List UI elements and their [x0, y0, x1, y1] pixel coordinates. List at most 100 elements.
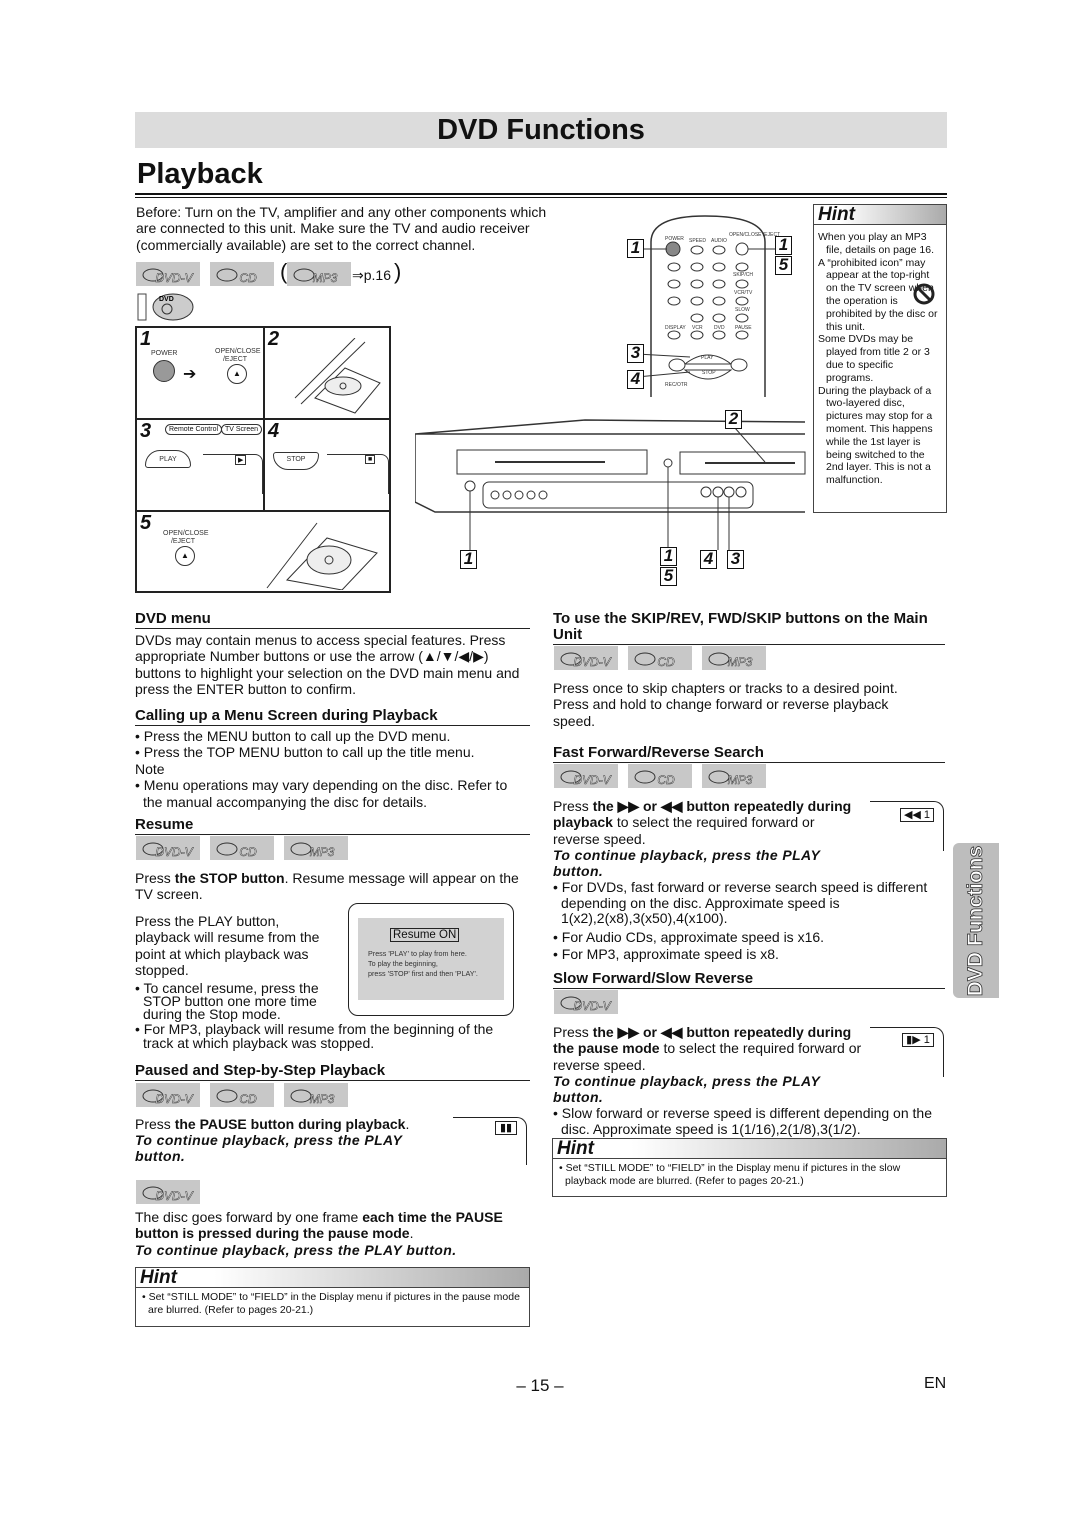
remote-and-unit-diagram: POWER SPEED AUDIOOPEN/CLOSE /EJECT DISPLAY… — [415, 215, 806, 550]
svg-text:SPEED: SPEED — [689, 238, 706, 244]
hint-box-right: Hint • Set “STILL MODE” to “FIELD” in th… — [552, 1138, 947, 1197]
ff-instruction: Press the ▶▶ or ◀◀ button repeatedly dur… — [553, 798, 852, 847]
power-button-illustration — [153, 360, 175, 382]
dvd-v-icon: DVD-V — [554, 990, 618, 1014]
resume-mp3-note: • For MP3, playback will resume from the… — [135, 1021, 494, 1051]
step-1-panel: 1 POWER ➔ OPEN/CLOSE /EJECT ▲ — [135, 326, 265, 420]
svg-text:PLAY: PLAY — [701, 355, 714, 361]
skip-heading: To use the SKIP/REV, FWD/SKIP buttons on… — [553, 611, 945, 645]
hint-item: During the playback of a two-layered dis… — [818, 384, 933, 487]
dvd-v-icon: DVD-V — [554, 646, 618, 670]
resume-cancel-note: • To cancel resume, press the STOP butto… — [135, 980, 319, 1022]
note-text: • Menu operations may vary depending on … — [135, 777, 508, 810]
hint-title: Hint — [814, 205, 946, 225]
side-tab: DVD Functions — [953, 843, 999, 998]
resume-on-label: Resume ON — [390, 928, 460, 942]
svg-text:PAUSE: PAUSE — [735, 325, 752, 331]
pause-osd-icon: ▮▮ — [495, 1121, 517, 1135]
note-label: Note — [135, 760, 165, 777]
callout-unit-stop: 4 — [700, 550, 717, 569]
side-tab-label: DVD Functions — [964, 845, 988, 996]
hint-title: Hint — [553, 1139, 946, 1159]
slow-note: • Slow forward or reverse speed is diffe… — [553, 1105, 932, 1137]
step-4-panel: 4 STOP ■ — [263, 418, 391, 512]
callout-remote-stop: 4 — [627, 370, 644, 389]
slow-osd-indicator: ▮▶ 1 — [902, 1033, 934, 1047]
callout-unit-power: 1 — [460, 550, 477, 569]
dvd-menu-text: DVDs may contain menus to access special… — [135, 632, 520, 698]
svg-text:POWER: POWER — [665, 236, 684, 242]
list-item: • Press the MENU button to call up the D… — [135, 728, 451, 744]
ff-heading: Fast Forward/Reverse Search — [553, 745, 945, 763]
svg-text:AUDIO: AUDIO — [711, 238, 727, 244]
hint-box-top: Hint When you play an MP3 file, details … — [813, 204, 947, 513]
list-item: • For Audio CDs, approximate speed is x1… — [553, 928, 825, 945]
hint-item: When you play an MP3 file, details on pa… — [818, 231, 934, 256]
eject-button-illustration: ▲ — [227, 364, 247, 384]
prohibited-icon — [912, 282, 936, 306]
mp3-icon: MP3 — [702, 646, 766, 670]
svg-text:VCR: VCR — [692, 325, 703, 331]
mp3-icon: MP3 — [702, 764, 766, 788]
eject-button-illustration: ▲ — [175, 546, 195, 566]
svg-text:DISPLAY: DISPLAY — [665, 325, 686, 331]
mp3-icon: MP3 — [287, 262, 351, 286]
list-item: • For DVDs, fast forward or reverse sear… — [553, 879, 928, 926]
svg-text:STOP: STOP — [702, 370, 716, 376]
callout-unit-open: 1 — [660, 547, 677, 566]
disc-eject-illustration — [266, 522, 378, 590]
svg-text:REC/OTR: REC/OTR — [665, 382, 688, 388]
arrow-right-icon: ➔ — [183, 366, 197, 383]
step-instruction: The disc goes forward by one frame each … — [135, 1209, 503, 1242]
mp3-icon: MP3 — [284, 836, 348, 860]
hint-title: Hint — [136, 1268, 529, 1288]
step-2-panel: 2 — [263, 326, 391, 420]
callout-unit-tray: 2 — [725, 410, 742, 429]
ff-osd-indicator: ◀◀ 1 — [900, 808, 934, 822]
svg-text:SKIP/CH: SKIP/CH — [733, 272, 753, 278]
section-title: Playback — [137, 158, 263, 190]
pause-instruction: Press the PAUSE button during playback. — [135, 1116, 410, 1132]
callout-unit-open-5: 5 — [660, 567, 677, 586]
language-label: EN — [924, 1375, 947, 1392]
resume-tv-screen: Resume ON Press 'PLAY' to play from here… — [348, 903, 514, 1016]
dvd-v-icon: DVD-V — [136, 1083, 200, 1107]
dvd-menu-heading: DVD menu — [135, 611, 530, 629]
cd-icon: CD — [210, 836, 274, 860]
cd-icon: CD — [210, 1083, 274, 1107]
svg-text:DVD: DVD — [714, 325, 725, 331]
step-3-panel: 3 Remote Control TV Screen PLAY ▶ — [135, 418, 265, 512]
calling-list: • Press the MENU button to call up the D… — [135, 728, 530, 810]
resume-play-text: Press the PLAY button, playback will res… — [135, 913, 320, 979]
hint-text: • Set “STILL MODE” to “FIELD” in the Dis… — [142, 1291, 520, 1316]
callout-remote-open: 1 — [775, 236, 792, 255]
mp3-page-ref: ⇒p.16 — [352, 267, 391, 283]
step-continue: To continue playback, press the PLAY but… — [135, 1242, 457, 1258]
mp3-icon: MP3 — [284, 1083, 348, 1107]
section-rule — [135, 193, 947, 198]
paused-heading: Paused and Step-by-Step Playback — [135, 1063, 530, 1081]
ff-notes: • For DVDs, fast forward or reverse sear… — [553, 879, 945, 962]
svg-text:VCR/TV: VCR/TV — [734, 290, 753, 296]
svg-text:DVD: DVD — [159, 296, 174, 303]
slow-heading: Slow Forward/Slow Reverse — [553, 971, 945, 989]
list-item: • For MP3, approximate speed is x8. — [553, 945, 779, 962]
calling-heading: Calling up a Menu Screen during Playback — [135, 708, 530, 726]
cd-icon: CD — [628, 646, 692, 670]
hint-box-left: Hint • Set “STILL MODE” to “FIELD” in th… — [135, 1267, 530, 1327]
callout-unit-play: 3 — [727, 550, 744, 569]
cd-icon: CD — [210, 262, 274, 286]
list-item: • Press the TOP MENU button to call up t… — [135, 744, 475, 761]
dvd-v-icon: DVD-V — [136, 1180, 200, 1204]
skip-text: Press once to skip chapters or tracks to… — [553, 680, 898, 729]
slow-continue: To continue playback, press the PLAY but… — [553, 1073, 820, 1106]
dvd-v-icon: DVD-V — [136, 262, 200, 286]
step-5-panel: 5 OPEN/CLOSE /EJECT ▲ — [135, 510, 391, 593]
resume-instruction: Press the STOP button. Resume message wi… — [135, 870, 519, 903]
hint-text: • Set “STILL MODE” to “FIELD” in the Dis… — [559, 1162, 901, 1187]
callout-remote-play: 3 — [627, 344, 644, 363]
callout-remote-power: 1 — [627, 239, 644, 258]
pause-continue: To continue playback, press the PLAY but… — [135, 1132, 402, 1165]
page-title: DVD Functions — [135, 112, 947, 148]
dvd-v-icon: DVD-V — [136, 836, 200, 860]
